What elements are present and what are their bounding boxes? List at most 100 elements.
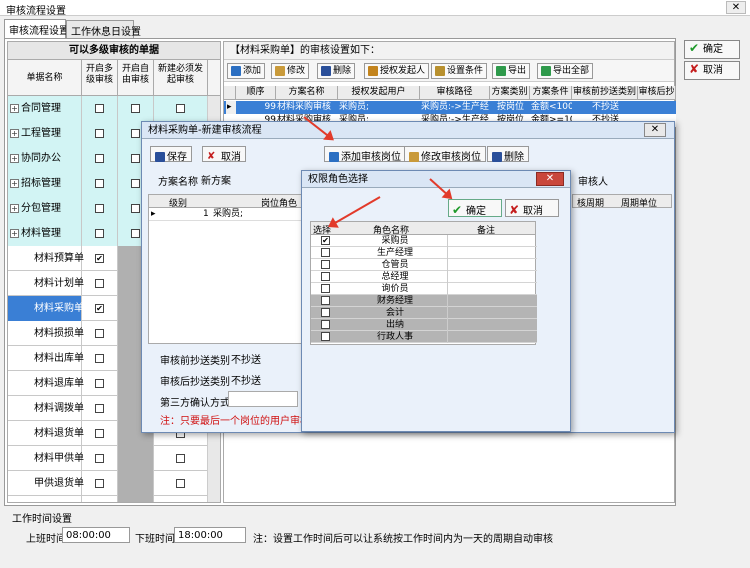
work-time-section: 工作时间设置 上班时间 08:00:00 下班时间 18:00:00 注：设置工… <box>4 508 746 564</box>
multi-level-checkbox[interactable] <box>95 204 104 213</box>
delete-position-button[interactable]: 删除 <box>487 146 529 163</box>
edit-button[interactable]: 修改 <box>271 63 310 79</box>
authorize-initiator-button[interactable]: 授权发起人 <box>364 63 430 79</box>
role-checkbox[interactable] <box>321 272 330 281</box>
must-initiate-checkbox[interactable] <box>176 479 185 488</box>
column-divider <box>447 283 448 295</box>
role-row[interactable]: 行政人事 <box>311 331 537 343</box>
free-review-checkbox[interactable] <box>131 229 140 238</box>
col-before-cc: 审核前抄送类别 <box>572 86 638 100</box>
multi-level-checkbox[interactable] <box>95 104 104 113</box>
plan-name-input[interactable]: 新方案 <box>198 170 318 187</box>
start-time-input[interactable]: 08:00:00 <box>62 527 130 543</box>
role-checkbox[interactable]: ✔ <box>321 236 330 245</box>
approval-cell-cond: 金额<1000 <box>531 102 572 112</box>
expand-icon[interactable]: + <box>10 203 19 213</box>
column-divider <box>447 235 448 247</box>
role-row[interactable]: 会计 <box>311 307 537 319</box>
multi-level-checkbox[interactable] <box>95 154 104 163</box>
save-button[interactable]: 保存 <box>150 146 192 163</box>
must-initiate-checkbox[interactable] <box>176 454 185 463</box>
document-cell <box>82 321 118 346</box>
multi-level-checkbox[interactable] <box>95 354 104 363</box>
position-row[interactable]: ▸ 1 采购员; <box>149 208 301 221</box>
close-icon[interactable]: ✕ <box>726 1 746 14</box>
role-checkbox[interactable] <box>321 248 330 257</box>
document-row[interactable]: 其它入库单 <box>8 496 208 502</box>
add-button[interactable]: 添加 <box>227 63 266 79</box>
export-all-button[interactable]: 导出全部 <box>537 63 594 79</box>
role-name: 出纳 <box>385 320 404 330</box>
multi-level-checkbox[interactable] <box>95 179 104 188</box>
add-review-position-button[interactable]: 添加审核岗位 <box>324 146 406 163</box>
role-row[interactable]: ✔ 采购员 <box>311 235 537 247</box>
free-review-checkbox[interactable] <box>131 104 140 113</box>
expand-icon[interactable]: + <box>10 228 19 238</box>
role-checkbox[interactable] <box>321 284 330 293</box>
free-review-checkbox[interactable] <box>131 129 140 138</box>
role-checkbox[interactable] <box>321 308 330 317</box>
role-checkbox[interactable] <box>321 320 330 329</box>
role-row[interactable]: 出纳 <box>311 319 537 331</box>
new-flow-dialog-title: 材料采购单-新建审核流程 <box>142 122 674 139</box>
document-cell <box>82 221 118 246</box>
close-icon[interactable]: ✕ <box>644 123 666 137</box>
approval-row[interactable]: ▸ 99材料采购审核采购员; 采购员:->生产经按岗位金额<1000 不抄送 <box>224 101 676 114</box>
delete-button[interactable]: 删除 <box>317 63 356 79</box>
role-cancel-button[interactable]: ✘ 取消 <box>505 199 559 217</box>
document-row[interactable]: + 合同管理 <box>8 96 208 121</box>
role-row[interactable]: 询价员 <box>311 283 537 295</box>
set-condition-button[interactable]: 设置条件 <box>431 63 488 79</box>
role-checkbox[interactable] <box>321 260 330 269</box>
role-row[interactable]: 财务经理 <box>311 295 537 307</box>
approval-cell-path: 采购员:->生产经 <box>421 102 489 112</box>
expand-icon[interactable]: + <box>10 153 19 163</box>
end-time-input[interactable]: 18:00:00 <box>174 527 246 543</box>
work-time-group-label: 工作时间设置 <box>12 514 72 525</box>
tab-approval-flow[interactable]: 审核流程设置 <box>4 19 69 39</box>
tab-workday[interactable]: 工作休息日设置 <box>66 20 141 38</box>
document-name: 材料甲供单 <box>8 446 84 471</box>
role-row[interactable]: 仓管员 <box>311 259 537 271</box>
multi-level-checkbox[interactable] <box>95 129 104 138</box>
multi-level-checkbox[interactable] <box>95 404 104 413</box>
role-confirm-button[interactable]: ✔ 确定 <box>448 199 502 217</box>
role-row[interactable]: 生产经理 <box>311 247 537 259</box>
document-cell <box>154 496 208 502</box>
free-review-checkbox[interactable] <box>131 179 140 188</box>
multi-level-checkbox[interactable] <box>95 379 104 388</box>
multi-level-checkbox[interactable] <box>95 229 104 238</box>
third-party-select[interactable] <box>228 391 298 407</box>
check-icon: ✔ <box>452 203 463 217</box>
edit-review-position-button[interactable]: 修改审核岗位 <box>404 146 486 163</box>
expand-icon[interactable]: + <box>10 128 19 138</box>
role-row[interactable]: 总经理 <box>311 271 537 283</box>
multi-level-checkbox[interactable] <box>95 329 104 338</box>
must-initiate-checkbox[interactable] <box>176 104 185 113</box>
multi-level-checkbox[interactable] <box>95 479 104 488</box>
close-icon[interactable]: ✕ <box>536 172 564 186</box>
confirm-button[interactable]: ✔ 确定 <box>684 40 740 59</box>
multi-level-checkbox[interactable]: ✔ <box>95 254 104 263</box>
role-checkbox[interactable] <box>321 332 330 341</box>
document-cell <box>82 421 118 446</box>
multi-level-checkbox[interactable] <box>95 279 104 288</box>
check-icon: ✔ <box>689 41 700 55</box>
free-review-checkbox[interactable] <box>131 204 140 213</box>
before-cc-select[interactable]: 不抄送 <box>228 349 298 366</box>
col-free-review: 开启自由审核 <box>118 60 154 96</box>
free-review-checkbox[interactable] <box>131 154 140 163</box>
cancel-button[interactable]: ✘ 取消 <box>684 61 740 80</box>
document-row[interactable]: 甲供退货单 <box>8 471 208 496</box>
role-checkbox[interactable] <box>321 296 330 305</box>
multi-level-checkbox[interactable]: ✔ <box>95 304 104 313</box>
after-cc-select[interactable]: 不抄送 <box>228 370 298 387</box>
expand-icon[interactable]: + <box>10 178 19 188</box>
export-button[interactable]: 导出 <box>492 63 531 79</box>
expand-icon[interactable]: + <box>10 103 19 113</box>
multi-level-checkbox[interactable] <box>95 429 104 438</box>
window-title: 审核流程设置 <box>6 6 66 17</box>
multi-level-checkbox[interactable] <box>95 454 104 463</box>
document-row[interactable]: 材料甲供单 <box>8 446 208 471</box>
dialog-cancel-button[interactable]: ✘ 取消 <box>202 146 246 163</box>
